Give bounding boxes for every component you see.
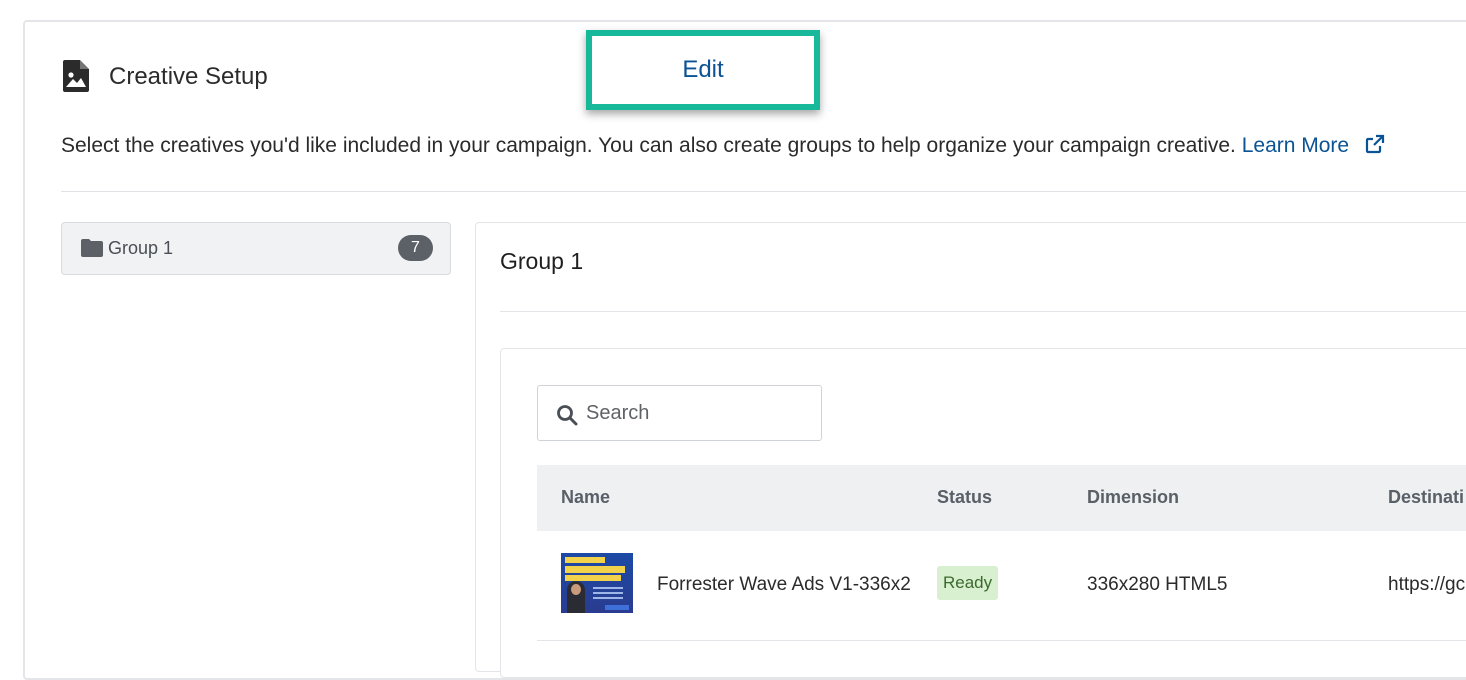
description: Select the creatives you'd like included… — [61, 133, 1385, 159]
learn-more-label: Learn More — [1241, 134, 1350, 157]
divider — [500, 311, 1466, 312]
edit-button[interactable]: Edit — [598, 42, 808, 98]
group-item-label: Group 1 — [108, 238, 174, 258]
search-input[interactable] — [586, 394, 811, 432]
panel-title: Group 1 — [500, 248, 584, 274]
search-box[interactable] — [537, 385, 822, 441]
page-title: Creative Setup — [109, 63, 268, 90]
group-list-item[interactable]: Group 1 7 — [61, 222, 451, 275]
creative-name: Forrester Wave Ads V1-336x2 — [657, 574, 911, 595]
image-file-icon — [63, 60, 89, 92]
column-header-name[interactable]: Name — [561, 486, 610, 508]
folder-icon — [81, 239, 103, 257]
creative-destination: https://gc — [1388, 574, 1466, 595]
creative-thumbnail — [561, 553, 633, 613]
table-header: Name Status Dimension Destinati — [537, 465, 1466, 531]
creative-dimension: 336x280 HTML5 — [1087, 574, 1228, 595]
description-text: Select the creatives you'd like included… — [61, 134, 1236, 157]
column-header-status[interactable]: Status — [937, 486, 992, 508]
search-icon — [557, 405, 578, 426]
column-header-dimension[interactable]: Dimension — [1087, 486, 1179, 508]
group-count-badge: 7 — [398, 235, 433, 261]
external-link-icon — [1365, 134, 1385, 154]
status-badge: Ready — [937, 566, 999, 600]
table-row[interactable]: Forrester Wave Ads V1-336x2 Ready 336x28… — [537, 531, 1466, 641]
divider — [61, 191, 1466, 192]
column-header-destination[interactable]: Destinati — [1388, 486, 1464, 508]
learn-more-link[interactable]: Learn More — [1242, 134, 1385, 157]
